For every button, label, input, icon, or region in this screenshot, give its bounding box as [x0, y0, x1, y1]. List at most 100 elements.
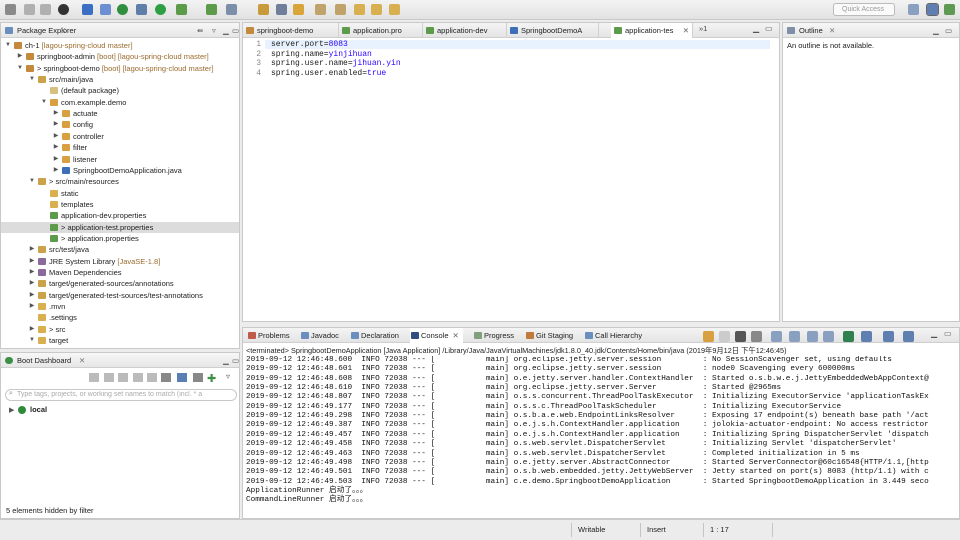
console-output[interactable]: 2019-09-12 12:46:48.600 INFO 72038 --- […: [243, 356, 959, 516]
tab-application-properties[interactable]: application.pro: [339, 23, 423, 38]
tab-springboot-demo[interactable]: springboot-demo: [243, 23, 339, 38]
forward-icon[interactable]: [389, 4, 400, 15]
package-explorer-tab[interactable]: Package Explorer ✕ ⇚ ▿ ▁ ▭: [1, 23, 239, 38]
tab-declaration[interactable]: Declaration: [350, 328, 399, 343]
collapse-arrow-icon[interactable]: ▼: [29, 74, 35, 85]
profile-icon[interactable]: [58, 4, 69, 15]
skip-breakpoints-icon[interactable]: [100, 4, 111, 15]
expand-arrow-icon[interactable]: ▶: [53, 131, 59, 142]
open-config-icon[interactable]: [161, 373, 171, 382]
tab-javadoc[interactable]: Javadoc: [300, 328, 339, 343]
tree-row[interactable]: ▶ > src: [1, 324, 239, 335]
filter-input[interactable]: ⌕ Type tags, projects, or working set na…: [5, 389, 237, 401]
stop-icon[interactable]: [118, 373, 128, 382]
show-stderr-icon[interactable]: [823, 331, 834, 342]
close-icon[interactable]: ✕: [453, 331, 459, 340]
tree-row[interactable]: > application-test.properties: [1, 221, 239, 233]
code-line[interactable]: spring.name=yinjihuan: [271, 50, 372, 59]
run-icon[interactable]: [155, 4, 166, 15]
tree-row[interactable]: ▶ target/generated-test-sources/test-anno…: [1, 290, 239, 301]
quick-access-input[interactable]: Quick Access: [833, 3, 895, 16]
remove-launch-icon[interactable]: [703, 331, 714, 342]
tree-row[interactable]: > application.properties: [1, 233, 239, 244]
debug-icon[interactable]: [136, 4, 147, 15]
expand-arrow-icon[interactable]: ▶: [29, 256, 35, 267]
terminal-icon[interactable]: [82, 4, 93, 15]
maximize-icon[interactable]: ▭: [765, 24, 773, 33]
collapse-arrow-icon[interactable]: ▼: [29, 176, 35, 187]
minimize-icon[interactable]: ▁: [753, 24, 759, 33]
debug-icon[interactable]: [104, 373, 114, 382]
expand-arrow-icon[interactable]: ▶: [53, 108, 59, 119]
spring-icon[interactable]: [117, 4, 128, 15]
tab-progress[interactable]: Progress: [473, 328, 514, 343]
expand-arrow-icon[interactable]: ▶: [53, 142, 59, 153]
collapse-arrow-icon[interactable]: ▼: [5, 40, 11, 51]
tree-row[interactable]: ▶ filter: [1, 142, 239, 153]
open-perspective-icon[interactable]: [908, 4, 919, 15]
spring-perspective-icon[interactable]: [944, 4, 955, 15]
tree-row[interactable]: ▶ config: [1, 119, 239, 130]
minimize-icon[interactable]: ▁: [223, 353, 229, 367]
code-line[interactable]: spring.user.name=jihuan.yin: [271, 59, 401, 68]
tree-row[interactable]: ▶ Maven Dependencies: [1, 267, 239, 278]
clear-console-icon[interactable]: [751, 331, 762, 342]
maximize-icon[interactable]: ▭: [232, 23, 239, 37]
annotation-icon[interactable]: [293, 4, 304, 15]
close-icon[interactable]: ✕: [79, 353, 85, 367]
save-icon[interactable]: [24, 4, 35, 15]
expand-icon[interactable]: ▶: [9, 406, 14, 414]
tree-row[interactable]: static: [1, 188, 239, 199]
close-icon[interactable]: ✕: [60, 23, 66, 37]
code-line[interactable]: spring.user.enabled=true: [271, 69, 386, 78]
tree-row[interactable]: ▶ src/test/java: [1, 244, 239, 255]
tree-row[interactable]: templates: [1, 199, 239, 210]
tree-row[interactable]: ▶ JRE System Library [JavaSE-1.8]: [1, 256, 239, 267]
expand-arrow-icon[interactable]: ▶: [29, 324, 35, 335]
open-task-icon[interactable]: [276, 4, 287, 15]
open-browser-icon[interactable]: [133, 373, 143, 382]
tree-row[interactable]: ▼ target: [1, 335, 239, 346]
new-icon[interactable]: [5, 4, 16, 15]
maximize-icon[interactable]: ▭: [945, 23, 952, 37]
maximize-icon[interactable]: ▭: [232, 353, 239, 367]
tab-application-test[interactable]: application-tes ✕: [611, 23, 693, 38]
save-all-icon[interactable]: [40, 4, 51, 15]
remove-all-icon[interactable]: [735, 331, 746, 342]
next-annotation-icon[interactable]: [315, 4, 326, 15]
pin-console-icon[interactable]: [843, 331, 854, 342]
tab-call-hierarchy[interactable]: Call Hierarchy: [584, 328, 642, 343]
tree-row[interactable]: ▼ > src/main/resources: [1, 176, 239, 187]
code-line[interactable]: server.port=8083: [271, 40, 348, 49]
tree-row[interactable]: ▼ > springboot-demo [boot] [lagou-spring-…: [1, 63, 239, 74]
tree-row[interactable]: application-dev.properties: [1, 210, 239, 221]
new-class-icon[interactable]: [206, 4, 217, 15]
word-wrap-icon[interactable]: [789, 331, 800, 342]
tree-row[interactable]: ▶ springboot-admin [boot] [lagou-spring-c…: [1, 51, 239, 62]
outline-tab[interactable]: Outline ✕ ▁ ▭: [783, 23, 959, 38]
more-tabs-icon[interactable]: »1: [699, 24, 707, 33]
open-console-icon[interactable]: [147, 373, 157, 382]
expand-arrow-icon[interactable]: ▶: [53, 165, 59, 176]
collapse-all-icon[interactable]: ⇚: [197, 23, 203, 37]
maximize-icon[interactable]: ▭: [944, 329, 952, 338]
view-menu-icon[interactable]: ▿: [226, 372, 230, 381]
view-menu-icon[interactable]: ▿: [212, 23, 216, 37]
boot-dashboard-tab[interactable]: Boot Dashboard ✕ ▁ ▭: [1, 353, 239, 368]
expand-arrow-icon[interactable]: ▶: [17, 51, 23, 62]
show-stdout-icon[interactable]: [807, 331, 818, 342]
tree-row[interactable]: ▶ .mvn: [1, 301, 239, 312]
expand-arrow-icon[interactable]: ▶: [29, 290, 35, 301]
tree-row[interactable]: ▶ listener: [1, 154, 239, 165]
close-icon[interactable]: ✕: [829, 23, 835, 37]
tree-row[interactable]: ▶ actuate: [1, 108, 239, 119]
close-icon[interactable]: ✕: [683, 23, 689, 38]
tree-row[interactable]: .settings: [1, 312, 239, 323]
tree-row[interactable]: ▶ SpringbootDemoApplication.java: [1, 165, 239, 176]
display-console-icon[interactable]: [861, 331, 872, 342]
scroll-lock-icon[interactable]: [771, 331, 782, 342]
expand-arrow-icon[interactable]: ▶: [53, 154, 59, 165]
expand-arrow-icon[interactable]: ▶: [29, 267, 35, 278]
tab-git-staging[interactable]: Git Staging: [525, 328, 573, 343]
tree-row[interactable]: (default package): [1, 85, 239, 96]
